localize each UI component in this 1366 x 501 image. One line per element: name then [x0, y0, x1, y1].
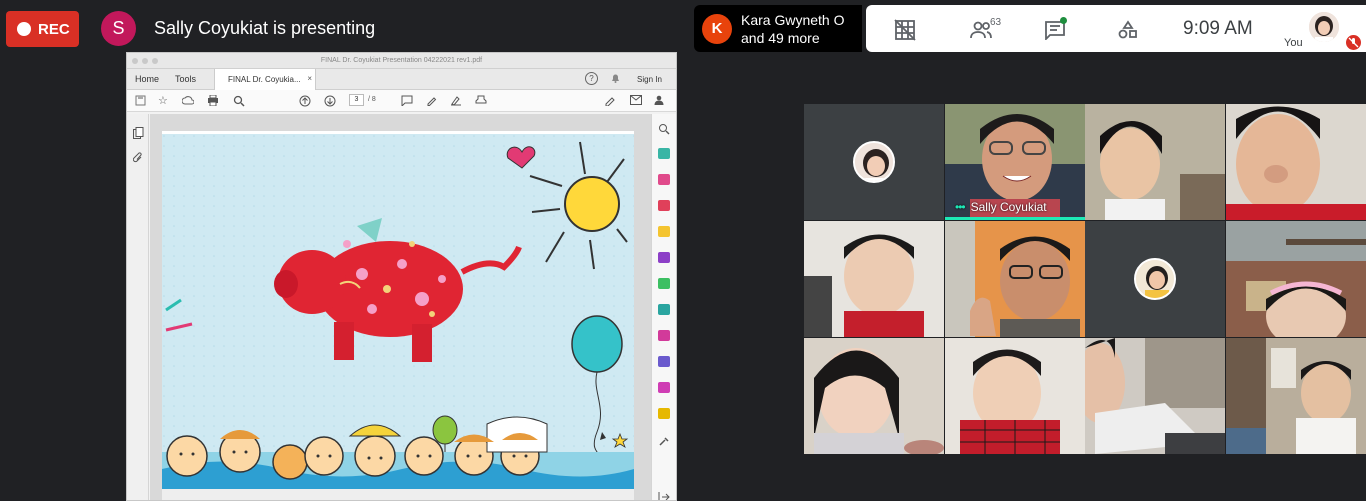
participant-tile[interactable] — [804, 104, 944, 220]
people-icon[interactable] — [970, 21, 992, 44]
clock: 9:09 AM — [1183, 18, 1253, 39]
share-user-icon[interactable] — [654, 95, 666, 109]
tab-home[interactable]: Home — [135, 74, 159, 84]
meet-screen: REC S Sally Coyukiat is presenting K Kar… — [0, 0, 1366, 501]
participant-count: 63 — [990, 17, 1002, 28]
participant-tile[interactable] — [1085, 104, 1225, 220]
attachment-icon[interactable] — [132, 152, 144, 167]
activities-icon[interactable] — [1118, 20, 1138, 45]
record-dot-icon — [17, 22, 31, 36]
sign-in-button[interactable]: Sign In — [637, 75, 662, 84]
participant-avatar — [1134, 258, 1176, 300]
upload-icon[interactable] — [181, 95, 195, 109]
send-signature-icon[interactable] — [658, 382, 670, 393]
collapse-panel-icon[interactable] — [658, 489, 670, 500]
pdf-tools-rail — [651, 114, 676, 500]
more-tools-icon[interactable] — [658, 434, 670, 446]
presenting-status: Sally Coyukiat is presenting — [154, 18, 376, 38]
participant-tile[interactable] — [945, 338, 1085, 454]
slide-illustration — [162, 131, 634, 489]
pdf-left-rail — [127, 114, 149, 500]
scan-icon[interactable] — [658, 304, 670, 315]
more-participants: and 49 more — [741, 29, 820, 46]
print-icon[interactable] — [207, 94, 219, 109]
meeting-toolbar: 63 9:09 AM You — [866, 5, 1366, 52]
pdf-toolbar: ☆ 3 / 8 — [127, 90, 676, 112]
organize-pages-icon[interactable] — [658, 278, 670, 289]
participant-tile[interactable] — [1226, 104, 1366, 220]
participant-tile[interactable] — [804, 338, 944, 454]
participant-avatar: K — [702, 13, 732, 44]
participant-tile[interactable] — [1085, 338, 1225, 454]
participant-tile[interactable] — [945, 221, 1085, 337]
participant-tile[interactable] — [1226, 338, 1366, 454]
recording-label: REC — [38, 20, 70, 38]
speaking-indicator-icon: ••• — [955, 200, 966, 214]
presenter-avatar: S — [101, 11, 136, 46]
create-pdf-icon[interactable] — [658, 174, 670, 185]
window-title: FINAL Dr. Coyukiat Presentation 04222021… — [320, 57, 483, 64]
participant-tile[interactable] — [1226, 221, 1366, 337]
grid-off-icon[interactable] — [894, 19, 916, 46]
page-number-input[interactable]: 3 — [349, 94, 364, 106]
participant-avatar — [853, 141, 895, 183]
mic-off-icon — [1346, 35, 1361, 50]
speaking-highlight — [945, 217, 1085, 220]
window-titlebar: FINAL Dr. Coyukiat Presentation 04222021… — [127, 53, 676, 69]
page-total: / 8 — [368, 96, 376, 103]
tab-bar: Home Tools FINAL Dr. Coyukia... × ? Sign… — [127, 69, 676, 90]
tab-tools[interactable]: Tools — [175, 74, 196, 84]
participant-tile-speaking[interactable]: ••• Sally Coyukiat — [945, 104, 1085, 220]
participants-preview[interactable]: K Kara Gwyneth O and 49 more — [694, 5, 862, 52]
fill-sign-icon[interactable] — [605, 95, 617, 109]
participant-name-label: ••• Sally Coyukiat — [955, 200, 1047, 214]
bell-icon[interactable] — [611, 73, 620, 85]
self-avatar — [1309, 12, 1339, 42]
comment-icon[interactable] — [401, 95, 413, 109]
stamp-icon[interactable] — [475, 95, 487, 109]
chat-notification-dot — [1060, 17, 1067, 24]
export-pdf-icon[interactable] — [658, 148, 670, 159]
pen-icon[interactable] — [426, 95, 437, 109]
zoom-icon[interactable] — [658, 122, 670, 135]
help-icon[interactable]: ? — [585, 72, 598, 85]
bookmark-star-icon[interactable]: ☆ — [158, 95, 168, 107]
document-view[interactable] — [150, 114, 662, 500]
page-up-icon[interactable] — [299, 95, 311, 110]
zoom-search-icon[interactable] — [233, 95, 245, 110]
participants-preview-text: Kara Gwyneth O and 49 more — [741, 11, 845, 47]
participant-name: Kara Gwyneth O — [741, 11, 845, 28]
page-down-icon[interactable] — [324, 95, 336, 110]
combine-files-icon[interactable] — [658, 252, 670, 263]
highlight-icon[interactable] — [450, 95, 462, 109]
fill-sign-tool-icon[interactable] — [658, 330, 670, 341]
participant-tile[interactable] — [1085, 221, 1225, 337]
edit-pdf-icon[interactable] — [658, 200, 670, 211]
self-label: You — [1284, 37, 1303, 49]
participant-tile[interactable] — [804, 221, 944, 337]
save-icon[interactable] — [135, 95, 146, 109]
tab-document[interactable]: FINAL Dr. Coyukia... × — [214, 69, 316, 90]
comment-tool-icon[interactable] — [658, 226, 670, 237]
compare-icon[interactable] — [658, 408, 670, 419]
close-icon[interactable]: × — [307, 74, 312, 83]
window-controls[interactable] — [132, 58, 158, 64]
tab-document-label: FINAL Dr. Coyukia... — [228, 75, 301, 84]
recording-button[interactable]: REC — [6, 11, 79, 47]
mail-icon[interactable] — [630, 95, 642, 108]
protect-icon[interactable] — [658, 356, 670, 367]
speaker-name: Sally Coyukiat — [970, 200, 1047, 214]
pdf-viewer-window: FINAL Dr. Coyukiat Presentation 04222021… — [126, 52, 677, 501]
page-bottom — [162, 489, 634, 500]
pages-thumbnail-icon[interactable] — [133, 127, 144, 142]
